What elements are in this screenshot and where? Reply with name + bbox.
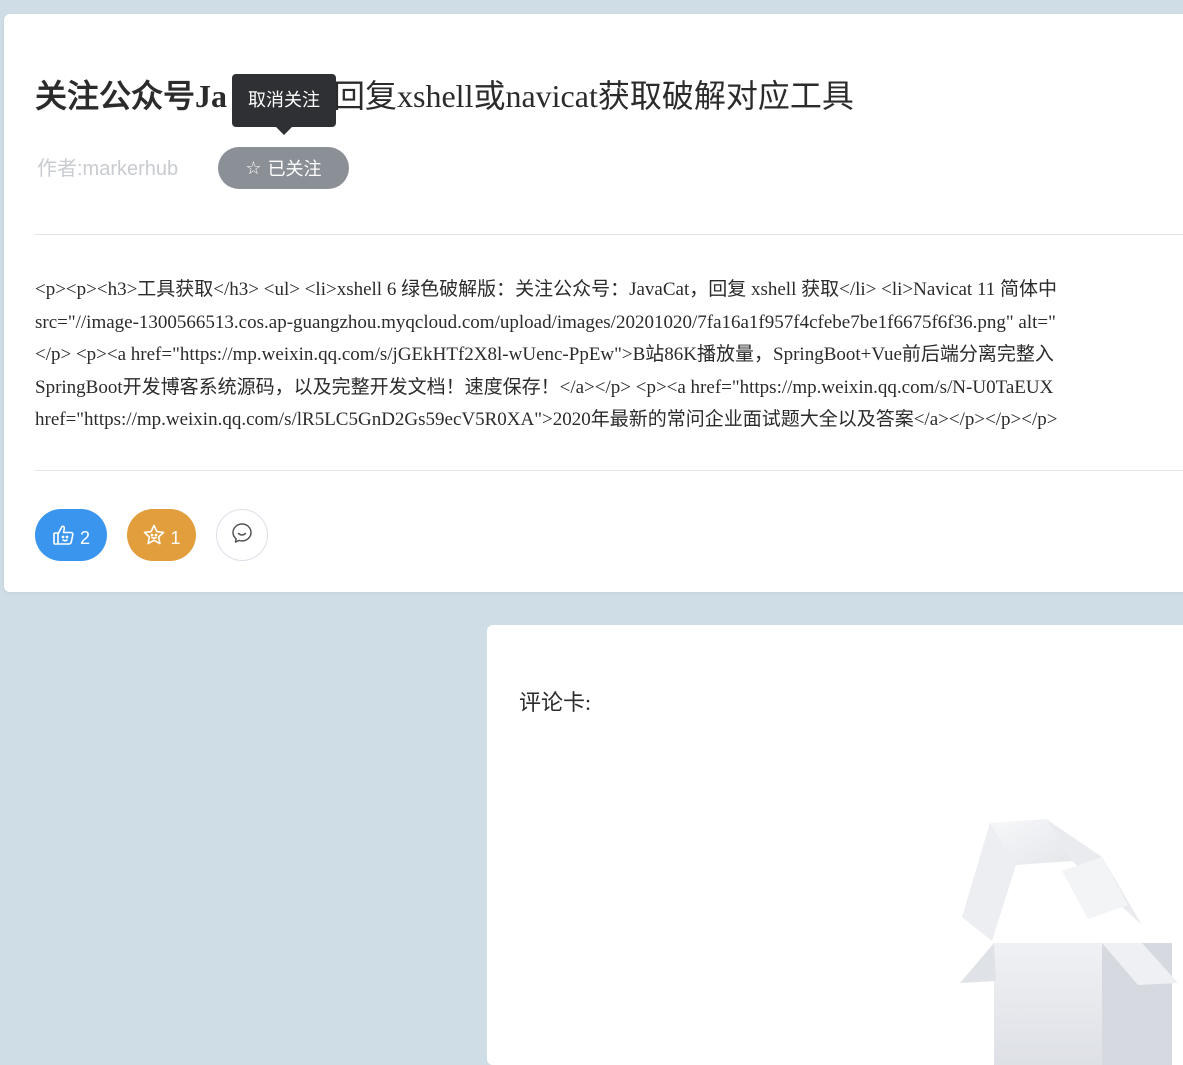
content-line: </p> <p><a href="https://mp.weixin.qq.co…: [35, 344, 1054, 365]
title-main: 关注公众号Ja: [35, 78, 228, 114]
content-line: href="https://mp.weixin.qq.com/s/lR5LC5G…: [35, 409, 1058, 430]
content-divider: [35, 470, 1183, 471]
thumbs-up-icon: [52, 523, 76, 547]
header-divider: [35, 234, 1183, 235]
follow-button-label: 已关注: [267, 159, 322, 180]
star-face-icon: [142, 523, 166, 547]
comment-button[interactable]: [216, 509, 268, 561]
article-content: <p><p><h3>工具获取</h3> <ul> <li>xshell 6 绿色…: [35, 274, 1183, 437]
favorite-count: 1: [170, 527, 181, 548]
like-count: 2: [79, 527, 90, 548]
content-line: src="//image-1300566513.cos.ap-guangzhou…: [35, 311, 1056, 333]
article-card: 关注公众号Ja 回复xshell或navicat获取破解对应工具 取消关注 作者:…: [4, 14, 1183, 592]
like-button[interactable]: 2: [35, 509, 107, 561]
star-outline-icon: ☆: [245, 157, 262, 179]
empty-box-illustration: [952, 815, 1183, 1065]
author-label: 作者:markerhub: [37, 158, 179, 180]
comment-card-title: 评论卡:: [519, 690, 592, 715]
content-line: SpringBoot开发博客系统源码，以及完整开发文档！速度保存！</a></p…: [35, 376, 1054, 398]
article-title: 关注公众号Ja 回复xshell或navicat获取破解对应工具: [35, 76, 854, 116]
comment-card: 评论卡:: [487, 625, 1183, 1065]
title-suffix: 回复xshell或navicat获取破解对应工具: [333, 78, 854, 114]
comment-bubble-icon: [230, 521, 254, 550]
follow-button[interactable]: ☆ 已关注: [218, 147, 349, 189]
favorite-button[interactable]: 1: [127, 509, 196, 561]
unfollow-tooltip: 取消关注: [232, 74, 336, 135]
content-line: <p><p><h3>工具获取</h3> <ul> <li>xshell 6 绿色…: [35, 279, 1057, 300]
